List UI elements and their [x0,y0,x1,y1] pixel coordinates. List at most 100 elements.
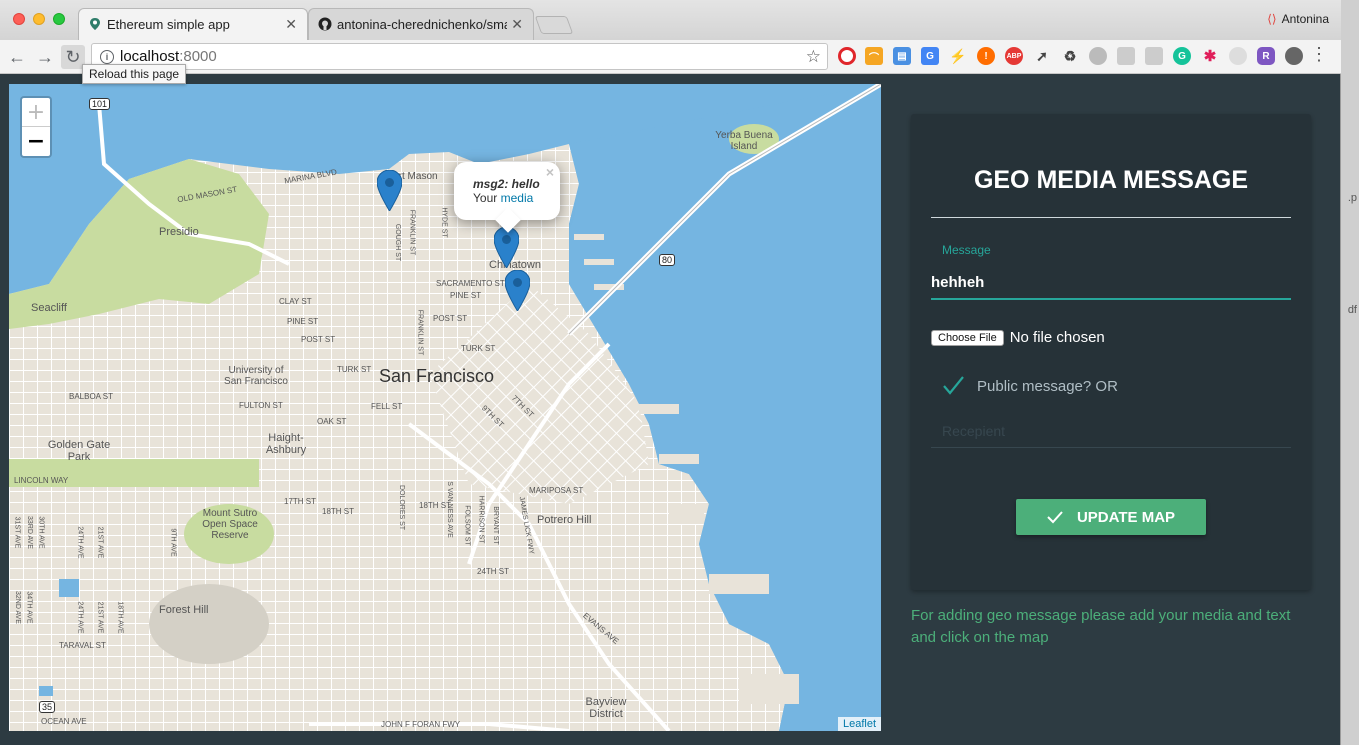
update-map-button[interactable]: UPDATE MAP [1016,499,1206,535]
street-label: TURK ST [337,365,372,374]
minimize-window-button[interactable] [33,13,45,25]
street-label: BRYANT ST [491,506,499,545]
ext-gray-icon[interactable] [1117,47,1135,65]
title-divider [931,217,1291,218]
close-window-button[interactable] [13,13,25,25]
street-label: TURK ST [461,344,496,353]
ext-gray-icon[interactable] [1145,47,1163,65]
rocket-icon[interactable]: ➚ [1033,47,1051,65]
update-map-label: UPDATE MAP [1076,508,1176,526]
street-label: CLAY ST [279,297,312,306]
message-input[interactable] [931,266,1291,300]
file-status: No file chosen [1009,329,1105,346]
area-label: Bayview District [585,696,627,720]
ext-gray-icon[interactable] [1229,47,1247,65]
street-label: GOUGH ST [394,223,402,262]
bookmark-star-icon[interactable]: ☆ [806,47,821,67]
street-label: DOLORES ST [398,484,406,531]
highway-shield: 101 [89,98,111,110]
area-label: Presidio [159,226,199,238]
message-label: Message [942,243,991,257]
public-message-label[interactable]: Public message? OR [977,378,1118,395]
new-tab-button[interactable] [534,16,574,34]
recipient-input[interactable] [931,414,1291,448]
address-bar[interactable]: i localhost:8000 ☆ [91,43,828,70]
ext-dark-icon[interactable] [1285,47,1303,65]
reservoir [39,686,53,696]
map-tiles[interactable] [9,84,881,731]
browser-toolbar: ← → ↻ i localhost:8000 ☆ [0,40,1341,74]
opera-icon[interactable] [838,47,856,65]
popup-body: Your media [473,191,550,205]
area-label: Golden Gate Park [47,439,111,463]
street-label: 34TH AVE [25,591,33,624]
area-label: Mount Sutro Open Space Reserve [202,508,258,541]
forward-button[interactable]: → [33,45,57,69]
desktop-edge-label: df [1347,304,1357,316]
close-icon[interactable]: ✕ [285,16,297,33]
profile-button[interactable]: ⟨⟩ Antonina [1267,12,1329,26]
street-label: POST ST [433,314,468,323]
zoom-out-button[interactable]: − [22,127,50,156]
popup-title: msg2: hello [473,177,540,191]
help-text: For adding geo message please add your m… [911,607,1291,646]
street-label: 24TH ST [477,567,510,576]
leaflet-attribution-link[interactable]: Leaflet [837,717,881,731]
street-label: POST ST [301,335,336,344]
highway-shield: 35 [39,701,56,713]
street-label: BALBOA ST [69,392,114,401]
marker-popup: × msg2: hello Your media [454,162,560,233]
r-label: R [1262,50,1270,62]
street-label: FRANKLIN ST [408,209,416,256]
back-button[interactable]: ← [5,45,29,69]
info-icon[interactable]: i [100,49,114,64]
alert-icon[interactable]: ! [977,47,995,65]
browser-window: Ethereum simple app ✕ antonina-cherednic… [0,0,1341,745]
zoom-in-button[interactable]: + [22,98,50,127]
checkmark-icon[interactable] [942,374,964,396]
rss-icon[interactable]: ⌒ [865,47,883,65]
street-label: 9TH AVE [169,528,177,557]
form-title: GEO MEDIA MESSAGE [973,166,1249,194]
map-marker-icon[interactable] [505,270,530,311]
street-label: FELL ST [371,402,403,411]
popup-close-button[interactable]: × [546,164,554,180]
map-container[interactable]: + − San Francisco Presidio Seacliff Gold… [9,84,881,731]
street-label: S VAN NESS AVE [445,481,453,538]
city-label: San Francisco [379,366,495,386]
ext-gray-icon[interactable] [1089,47,1107,65]
street-label: 32ND AVE [13,591,21,624]
map-marker-icon[interactable] [377,170,402,211]
close-icon[interactable]: ✕ [511,16,523,33]
street-label: 21ST AVE [96,526,104,559]
menu-icon[interactable]: ⋮ [1310,44,1328,65]
r-icon[interactable]: R [1257,47,1275,65]
street-label: PINE ST [287,317,319,326]
zoom-control: + − [20,96,52,158]
grammarly-icon[interactable]: G [1173,47,1191,65]
street-label: OCEAN AVE [41,717,87,726]
translate-icon[interactable]: G [921,47,939,65]
print-icon[interactable]: ▤ [893,47,911,65]
abp-icon[interactable]: ABP [1005,47,1023,65]
street-label: 24TH AVE [76,526,84,559]
map-marker-icon[interactable] [494,227,519,268]
fullscreen-window-button[interactable] [53,13,65,25]
recycle-icon[interactable]: ♻ [1061,47,1079,65]
desktop-edge: .p df [1341,0,1359,745]
street-label: FULTON ST [239,401,283,410]
map-pin-icon [90,18,100,30]
bolt-icon[interactable]: ⚡ [949,47,967,65]
highway-shield: 80 [659,254,676,266]
street-label: JOHN F FORAN FWY [381,720,461,729]
url-host: localhost [120,48,180,65]
choose-file-button[interactable]: Choose File [931,329,1004,346]
popup-media-link[interactable]: media [501,191,534,205]
street-label: FRANKLIN ST [416,309,424,356]
tab-github[interactable]: antonina-cherednichenko/sma ✕ [308,8,534,40]
slack-icon[interactable]: ✱ [1201,47,1219,65]
street-label: 33RD AVE [25,516,33,549]
tab-ethereum-app[interactable]: Ethereum simple app ✕ [78,8,308,40]
street-label: 24TH AVE [76,601,84,634]
check-icon [1047,511,1063,524]
